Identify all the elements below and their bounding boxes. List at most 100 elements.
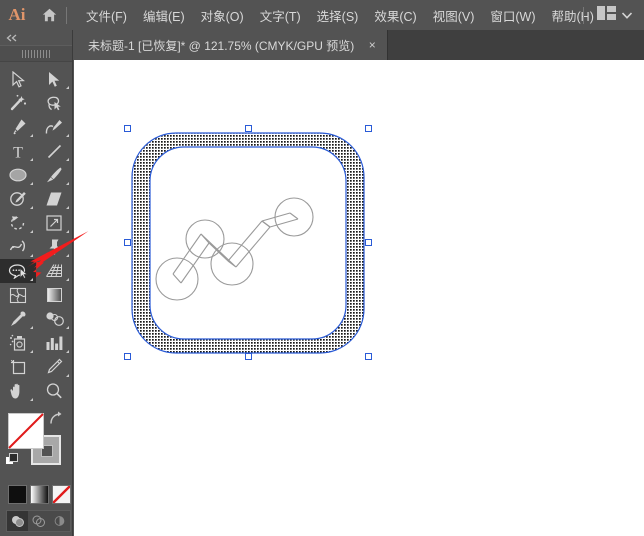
tool-row <box>0 355 72 379</box>
magic-wand-tool[interactable] <box>0 91 36 115</box>
collapse-double-chevron-left-icon[interactable] <box>0 30 72 45</box>
paintbrush-tool[interactable] <box>36 163 72 187</box>
free-transform-tool[interactable] <box>36 235 72 259</box>
gradient-tool[interactable] <box>36 283 72 307</box>
arrange-documents-icon[interactable] <box>597 5 616 25</box>
tool-row <box>0 163 72 187</box>
fill-color-swatch[interactable] <box>8 413 44 449</box>
menu-type[interactable]: 文字(T) <box>252 0 309 30</box>
chevron-down-icon[interactable] <box>621 6 633 24</box>
type-tool[interactable]: T <box>0 139 36 163</box>
mesh-tool[interactable] <box>0 283 36 307</box>
tool-flyout-corner <box>30 326 33 329</box>
column-graph-tool[interactable] <box>36 331 72 355</box>
selection-handle-middle-right[interactable] <box>365 239 372 246</box>
draw-normal-mode[interactable] <box>7 511 28 531</box>
tool-flyout-corner <box>66 350 69 353</box>
document-tab[interactable]: 未标题-1 [已恢复]* @ 121.75% (CMYK/GPU 预览) × <box>75 30 389 60</box>
tool-row <box>0 187 72 211</box>
lasso-tool[interactable] <box>36 91 72 115</box>
eraser-tool[interactable] <box>36 187 72 211</box>
close-icon[interactable]: × <box>365 38 379 52</box>
color-mode-none[interactable] <box>52 485 71 504</box>
hand-tool[interactable] <box>0 379 36 403</box>
tool-flyout-corner <box>30 206 33 209</box>
tool-row <box>0 331 72 355</box>
drawing-mode-row <box>6 510 71 532</box>
selection-handle-top-left[interactable] <box>124 125 131 132</box>
line-segment-tool[interactable] <box>36 139 72 163</box>
perspective-grid-tool[interactable] <box>36 259 72 283</box>
document-canvas[interactable] <box>74 60 644 536</box>
tool-grid: T <box>0 62 72 403</box>
color-mode-solid[interactable] <box>8 485 27 504</box>
tool-flyout-corner <box>30 182 33 185</box>
slice-tool[interactable] <box>36 355 72 379</box>
draw-behind-mode[interactable] <box>28 511 49 531</box>
rounded-rect-chart-artwork[interactable] <box>124 125 372 360</box>
tool-flyout-corner <box>66 134 69 137</box>
tool-row <box>0 259 72 283</box>
menu-separator <box>66 6 67 24</box>
default-fill-stroke-icon[interactable] <box>5 453 19 472</box>
tool-flyout-corner <box>66 230 69 233</box>
tool-flyout-corner <box>66 206 69 209</box>
selection-handle-middle-left[interactable] <box>124 239 131 246</box>
curvature-tool[interactable] <box>36 115 72 139</box>
menu-select[interactable]: 选择(S) <box>309 0 367 30</box>
tool-row <box>0 115 72 139</box>
ellipse-tool[interactable] <box>0 163 36 187</box>
tool-flyout-corner <box>30 134 33 137</box>
menu-file[interactable]: 文件(F) <box>78 0 135 30</box>
tool-row <box>0 283 72 307</box>
artboard-tool[interactable] <box>0 355 36 379</box>
tool-flyout-corner <box>66 86 69 89</box>
menu-bar: Ai 文件(F) 编辑(E) 对象(O) 文字(T) 选择(S) 效果(C) 视… <box>0 0 644 30</box>
tool-row <box>0 235 72 259</box>
selection-handle-bottom-right[interactable] <box>365 353 372 360</box>
shaper-tool[interactable] <box>0 187 36 211</box>
tool-flyout-corner <box>30 230 33 233</box>
selection-handle-bottom-left[interactable] <box>124 353 131 360</box>
tool-flyout-corner <box>66 158 69 161</box>
zoom-tool[interactable] <box>36 379 72 403</box>
drag-grip-icon[interactable] <box>0 45 72 62</box>
tool-row <box>0 307 72 331</box>
none-slash-icon <box>8 413 44 449</box>
svg-text:T: T <box>13 144 23 160</box>
color-controls <box>0 409 72 532</box>
tool-row: T <box>0 139 72 163</box>
blend-tool[interactable] <box>36 307 72 331</box>
selection-handle-top-right[interactable] <box>365 125 372 132</box>
tool-row <box>0 91 72 115</box>
halftone-pattern-band <box>132 133 364 353</box>
selection-tool[interactable] <box>0 67 36 91</box>
rotate-tool[interactable] <box>0 211 36 235</box>
home-icon[interactable] <box>34 0 64 30</box>
tool-flyout-corner <box>66 182 69 185</box>
draw-inside-mode[interactable] <box>49 511 70 531</box>
swap-fill-stroke-icon[interactable] <box>48 411 62 430</box>
menu-edit[interactable]: 编辑(E) <box>135 0 193 30</box>
eyedropper-tool[interactable] <box>0 307 36 331</box>
symbol-sprayer-tool[interactable] <box>0 331 36 355</box>
menu-effect[interactable]: 效果(C) <box>366 0 424 30</box>
color-mode-gradient[interactable] <box>30 485 49 504</box>
tool-flyout-corner <box>30 278 33 281</box>
menu-separator-right <box>583 6 584 24</box>
menu-window[interactable]: 窗口(W) <box>482 0 543 30</box>
width-tool[interactable] <box>0 235 36 259</box>
pen-tool[interactable] <box>0 115 36 139</box>
selection-handle-bottom-center[interactable] <box>245 353 252 360</box>
tool-row <box>0 211 72 235</box>
illustrator-window: Ai 文件(F) 编辑(E) 对象(O) 文字(T) 选择(S) 效果(C) 视… <box>0 0 644 536</box>
selection-handle-top-center[interactable] <box>245 125 252 132</box>
menu-view[interactable]: 视图(V) <box>425 0 483 30</box>
menubar-right-controls <box>581 0 640 30</box>
menu-object[interactable]: 对象(O) <box>193 0 252 30</box>
tool-flyout-corner <box>66 278 69 281</box>
direct-selection-tool[interactable] <box>36 67 72 91</box>
shape-builder-tool[interactable] <box>0 259 36 283</box>
tab-title: 未标题-1 [已恢复]* @ 121.75% (CMYK/GPU 预览) <box>88 38 355 53</box>
scale-tool[interactable] <box>36 211 72 235</box>
